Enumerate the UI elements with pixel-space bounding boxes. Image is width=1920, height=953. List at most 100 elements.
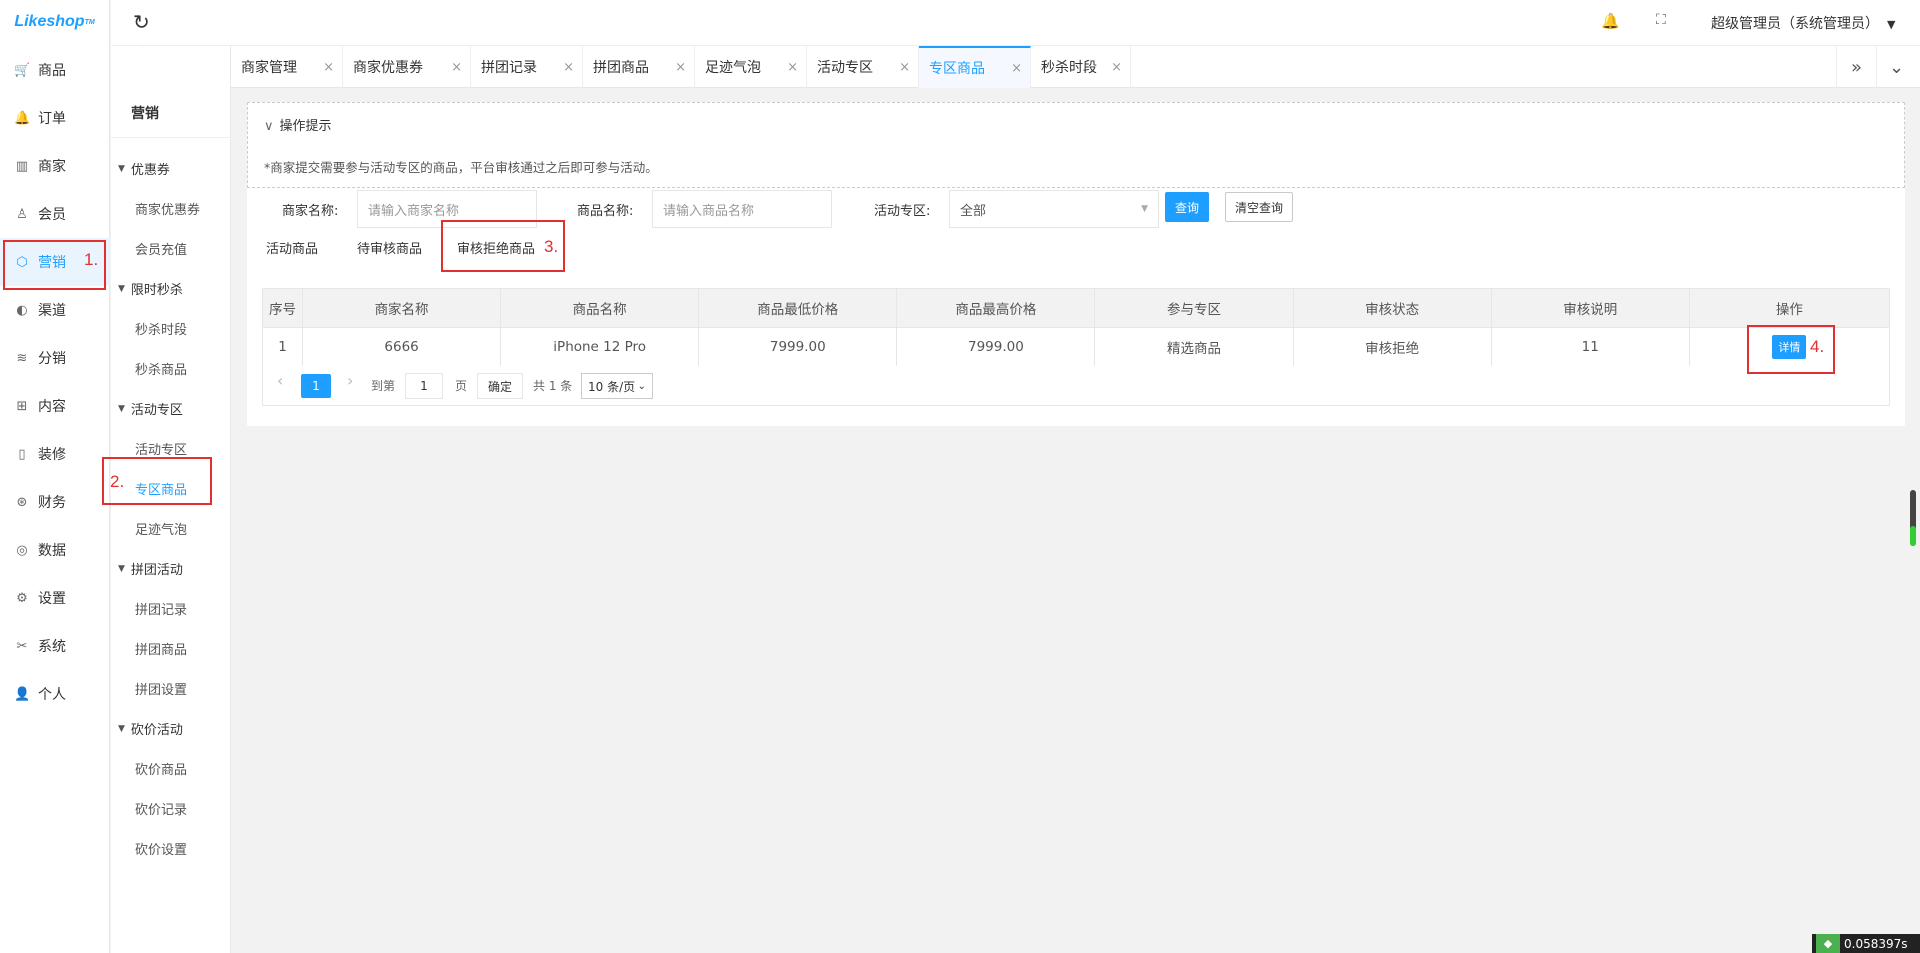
nav-item-7[interactable]: ⊞ 内容 — [0, 382, 110, 430]
tab-7[interactable]: 专区商品 × — [919, 46, 1031, 88]
nav-item-10[interactable]: ◎ 数据 — [0, 526, 110, 574]
close-icon[interactable]: × — [899, 60, 910, 75]
user-menu[interactable]: 超级管理员（系统管理员） ▼ — [1711, 13, 1895, 33]
bell-order-icon: 🔔 — [14, 110, 31, 126]
page-size-select[interactable]: 10 条/页 ⌄ — [581, 373, 653, 399]
person-icon: 👤 — [14, 686, 31, 702]
close-icon[interactable]: × — [787, 60, 798, 75]
nav-item-13[interactable]: 👤 个人 — [0, 670, 110, 718]
goods-name-input[interactable]: 请输入商品名称 — [652, 190, 832, 228]
subnav-item[interactable]: 活动专区 — [135, 439, 187, 458]
subnav-group-label: 优惠券 — [130, 163, 170, 178]
subnav-item[interactable]: 砍价记录 — [135, 799, 187, 818]
query-button[interactable]: 查询 — [1165, 192, 1210, 222]
subnav-item[interactable]: 砍价设置 — [135, 839, 187, 858]
caret-down-icon: ▼ — [118, 403, 125, 414]
nav-item-2[interactable]: ▥ 商家 — [0, 142, 110, 190]
column-header: 审核状态 — [1292, 288, 1492, 328]
subnav-group[interactable]: ▼ 限时秒杀 — [118, 279, 183, 298]
close-icon[interactable]: × — [451, 60, 462, 75]
page-1-button[interactable]: 1 — [301, 374, 331, 398]
subnav-divider — [111, 137, 231, 138]
debug-timer-text: 0.058397s — [1844, 936, 1908, 951]
next-page-icon[interactable]: › — [347, 371, 353, 390]
cell-shop: 6666 — [302, 327, 502, 367]
brand-logo[interactable]: Likeshop TM — [0, 0, 109, 44]
close-icon[interactable]: × — [563, 60, 574, 75]
notification-bell-icon[interactable]: 🔔 — [1601, 12, 1620, 30]
select-arrow-icon: ▼ — [1141, 204, 1148, 214]
goto-confirm-button[interactable]: 确定 — [477, 373, 524, 399]
subnav-item[interactable]: 足迹气泡 — [135, 519, 187, 538]
nav-item-label: 装修 — [38, 447, 66, 463]
nav-item-6[interactable]: ≋ 分销 — [0, 334, 110, 382]
tab-4[interactable]: 拼团商品 × — [583, 46, 695, 88]
table-row: 1 6666 iPhone 12 Pro 7999.00 7999.00 精选商品 审核拒绝… — [261, 327, 1891, 367]
close-icon[interactable]: × — [1111, 60, 1122, 75]
close-icon[interactable]: × — [1011, 61, 1022, 76]
subtab-0[interactable]: 活动商品 — [266, 238, 318, 257]
tabs-scroll-right-icon[interactable]: » — [1836, 46, 1876, 88]
subtab-1[interactable]: 待审核商品 — [357, 238, 422, 257]
tabs-menu-chevron-icon[interactable]: ⌄ — [1876, 46, 1916, 88]
total-count: 共 1 条 — [533, 379, 573, 393]
caret-down-icon: ▼ — [1887, 18, 1896, 31]
subnav-item[interactable]: 秒杀商品 — [135, 359, 187, 378]
annotation-label-3: 3. — [544, 237, 559, 256]
top-header: ↻ 🔔 ⛶ 超级管理员（系统管理员） ▼ — [111, 0, 1920, 46]
subnav-item[interactable]: 拼团记录 — [135, 599, 187, 618]
subnav-group-label: 限时秒杀 — [130, 283, 183, 298]
prev-page-icon[interactable]: ‹ — [277, 371, 283, 390]
pagination: ‹ 1 › 到第 1 页 确定 共 1 条 10 条/页 ⌄ — [262, 366, 1890, 406]
tips-text: *商家提交需要参与活动专区的商品，平台审核通过之后即可参与活动。 — [264, 160, 658, 175]
nav-item-label: 数据 — [38, 543, 66, 559]
column-header: 参与专区 — [1094, 288, 1294, 328]
debug-timer-widget[interactable]: ◆ 0.058397s — [1812, 934, 1920, 953]
tab-2[interactable]: 商家优惠券 × — [343, 46, 471, 88]
shop-icon: ▥ — [15, 158, 29, 174]
tab-label: 商家优惠券 — [353, 60, 423, 76]
tab-8[interactable]: 秒杀时段 × — [1031, 46, 1131, 88]
tab-5[interactable]: 足迹气泡 × — [695, 46, 807, 88]
logo-tm: TM — [84, 18, 95, 26]
tab-3[interactable]: 拼团记录 × — [471, 46, 583, 88]
subnav-item[interactable]: 会员充值 — [135, 239, 187, 258]
subnav-group[interactable]: ▼ 优惠券 — [118, 159, 170, 178]
subnav-group[interactable]: ▼ 拼团活动 — [118, 559, 183, 578]
subnav-group[interactable]: ▼ 活动专区 — [118, 399, 183, 418]
nav-item-9[interactable]: ⊛ 财务 — [0, 478, 110, 526]
page-scrollbar[interactable] — [1910, 490, 1916, 546]
nav-item-11[interactable]: ⚙ 设置 — [0, 574, 110, 622]
subnav-group[interactable]: ▼ 砍价活动 — [118, 719, 183, 738]
subnav-item[interactable]: 秒杀时段 — [135, 319, 187, 338]
column-header: 商品最低价格 — [698, 288, 898, 328]
subnav-item[interactable]: 商家优惠券 — [135, 199, 200, 218]
clear-query-button[interactable]: 清空查询 — [1225, 192, 1294, 222]
zone-select[interactable]: 全部 ▼ — [949, 190, 1159, 228]
tips-toggle[interactable]: ∨ 操作提示 — [264, 115, 332, 134]
book-icon: ⊞ — [16, 398, 28, 414]
tab-6[interactable]: 活动专区 × — [807, 46, 919, 88]
nav-item-5[interactable]: ◐ 渠道 — [0, 286, 110, 334]
nav-item-label: 订单 — [38, 111, 66, 127]
nav-item-1[interactable]: 🔔 订单 — [0, 94, 110, 142]
caret-down-icon: ▼ — [118, 163, 125, 174]
subnav-item[interactable]: 砍价商品 — [135, 759, 187, 778]
scrollbar-thumb[interactable] — [1910, 526, 1916, 546]
goto-page-input[interactable]: 1 — [405, 373, 443, 399]
nav-item-3[interactable]: ♙ 会员 — [0, 190, 110, 238]
fullscreen-icon[interactable]: ⛶ — [1656, 12, 1666, 28]
nav-item-0[interactable]: 🛒 商品 — [0, 46, 110, 94]
nav-item-label: 内容 — [38, 399, 66, 415]
nav-item-12[interactable]: ✂ 系统 — [0, 622, 110, 670]
tab-1[interactable]: 商家管理 × — [231, 46, 343, 88]
refresh-icon[interactable]: ↻ — [133, 10, 150, 34]
caret-down-icon: ▼ — [118, 563, 125, 574]
close-icon[interactable]: × — [675, 60, 686, 75]
close-icon[interactable]: × — [323, 60, 334, 75]
column-header: 操作 — [1688, 288, 1891, 328]
nav-item-8[interactable]: ▯ 装修 — [0, 430, 110, 478]
subnav-item[interactable]: 拼团商品 — [135, 639, 187, 658]
subnav-item[interactable]: 拼团设置 — [135, 679, 187, 698]
left-navigation: Likeshop TM 🛒 商品 🔔 订单 ▥ 商家 ♙ 会员 ⬡ 营销 ◐ 渠道 ≋ 分销 ⊞ 内容 ▯ 装修 ⊛ 财… — [0, 0, 110, 953]
